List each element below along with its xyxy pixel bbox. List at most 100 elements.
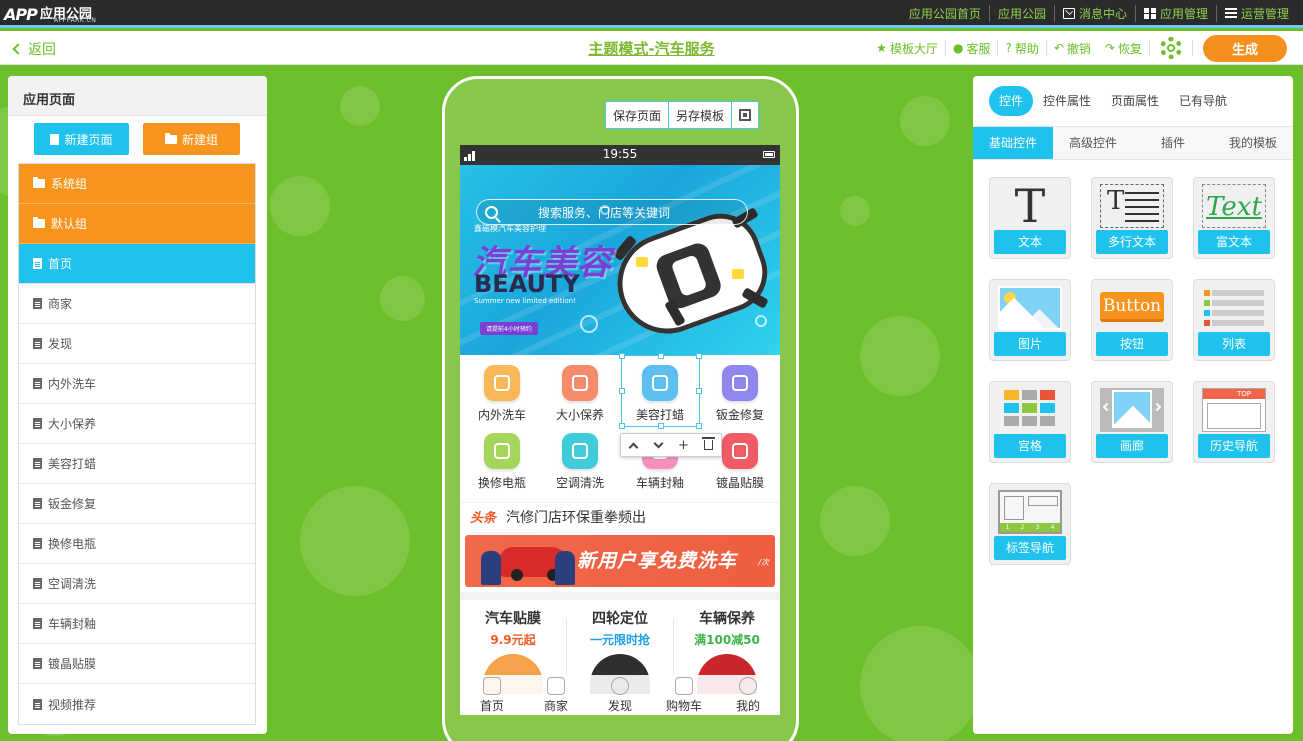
page-label: 商家 [48,297,73,311]
add-button[interactable]: + [677,438,691,453]
new-group-label: 新建组 [181,132,218,147]
page-item[interactable]: 视频推荐 [19,684,255,724]
widget-tab-nav[interactable]: 1 2 3 4 标签导航 [989,483,1071,565]
widget-button[interactable]: Button 按钮 [1091,279,1173,361]
help-button[interactable]: ? 帮助 [998,40,1045,57]
move-up-button[interactable] [627,438,641,452]
grid-item-label: 钣金修复 [715,408,764,422]
worker-illustration [481,551,501,585]
grid-item[interactable]: 空调清洗 [540,433,620,491]
status-bar: 19:55 [460,145,780,165]
tab-merchants[interactable]: 商家 [524,675,588,715]
undo-icon: ↶ [1053,41,1064,55]
ac-cleaning-icon [562,433,598,469]
page-item-home[interactable]: 首页 [19,244,255,284]
grid-item[interactable]: 大小保养 [540,365,620,423]
help-icon: ? [1005,41,1012,55]
redo-button[interactable]: ↷ 恢复 [1098,40,1149,57]
page-item[interactable]: 内外洗车 [19,364,255,404]
grid-item[interactable]: 内外洗车 [462,365,542,423]
grid-item[interactable]: 钣金修复 [700,365,780,423]
app-logo[interactable]: APP 应用公园 APPPARK.CN [4,2,96,26]
widget-list[interactable]: 列表 [1193,279,1275,361]
nav-operations[interactable]: 运营管理 [1215,4,1297,22]
settings-gear-icon[interactable] [1160,37,1182,59]
widget-grid[interactable]: 宫格 [989,381,1071,463]
tab-advanced-widgets[interactable]: 高级控件 [1053,127,1133,159]
page-item[interactable]: 发现 [19,324,255,364]
delete-button[interactable] [702,437,716,452]
tab-widgets[interactable]: 控件 [989,86,1034,116]
tab-my-templates[interactable]: 我的模板 [1213,127,1293,159]
tab-existing-nav[interactable]: 已有导航 [1169,86,1237,116]
widget-history-nav[interactable]: TOP 历史导航 [1193,381,1275,463]
chevron-down-icon [653,438,664,448]
group-system[interactable]: 系统组 [19,164,255,204]
generate-button[interactable]: 生成 [1203,34,1287,62]
widget-image[interactable]: 图片 [989,279,1071,361]
search-bar[interactable]: 搜索服务、门店等关键词 [476,199,748,225]
page-item[interactable]: 镀晶贴膜 [19,644,255,684]
sheet-metal-icon [722,365,758,401]
template-hall-button[interactable]: ★ 模板大厅 [869,40,945,57]
customer-service-button[interactable]: ● 客服 [946,40,998,57]
widget-category-tabs: 基础控件 高级控件 插件 我的模板 [973,126,1293,160]
nav-apppark-label: 应用公园 [997,6,1046,21]
move-down-button[interactable] [652,438,666,452]
promo-banner[interactable]: 新用户享免费洗车 /次 [465,535,775,587]
widget-multiline-text[interactable]: T 多行文本 [1091,177,1173,259]
page-item[interactable]: 商家 [19,284,255,324]
tab-plugins[interactable]: 插件 [1133,127,1213,159]
tab-discover[interactable]: 发现 [588,675,652,715]
card-title: 车辆保养 [699,611,755,627]
mail-icon [1062,7,1075,19]
grid-item-label: 换修电瓶 [477,476,526,490]
nav-operations-label: 运营管理 [1240,6,1289,21]
new-page-button[interactable]: 新建页面 [34,123,129,155]
back-button[interactable]: 返回 [12,39,56,59]
phone-screen: 19:55 搜索服务、门店等关键词 鑫磁模汽车美容护理 汽车美容 BEAUTY … [460,145,780,715]
widget-label: 标签导航 [994,536,1066,560]
page-item[interactable]: 美容打蜡 [19,444,255,484]
group-default[interactable]: 默认组 [19,204,255,244]
grid-item[interactable]: 换修电瓶 [462,433,542,491]
battery-icon [763,151,775,158]
tab-home[interactable]: 首页 [460,675,524,715]
undo-label: 撤销 [1066,41,1091,56]
hero-banner[interactable]: 搜索服务、门店等关键词 鑫磁模汽车美容护理 汽车美容 BEAUTY Summer… [460,165,780,355]
page-item[interactable]: 空调清洗 [19,564,255,604]
widget-gallery[interactable]: 画廊 [1091,381,1173,463]
page-item[interactable]: 钣金修复 [19,484,255,524]
widget-text[interactable]: T 文本 [989,177,1071,259]
tab-profile[interactable]: 我的 [716,675,780,715]
selection-box [619,353,702,429]
page-label: 视频推荐 [48,697,97,712]
page-icon [33,338,42,349]
tab-basic-widgets[interactable]: 基础控件 [973,127,1053,159]
card-subtitle: 一元限时抢 [589,633,650,647]
tab-page-properties[interactable]: 页面属性 [1101,86,1169,116]
tab-widget-properties[interactable]: 控件属性 [1033,86,1101,116]
headline-bar[interactable]: 头条 汽修门店环保重拳频出 [460,502,780,530]
page-item[interactable]: 车辆封釉 [19,604,255,644]
page-list: 系统组 默认组 首页 商家 发现 内外洗车 大小保养 美容打蜡 钣金修复 换修电… [18,163,256,725]
nav-app-manage[interactable]: 应用管理 [1134,4,1216,22]
nav-home[interactable]: 应用公园首页 [901,5,989,22]
save-page-button[interactable]: 保存页面 [606,102,668,128]
page-icon [33,618,42,629]
undo-button[interactable]: ↶ 撤销 [1047,40,1098,57]
folder-icon [164,132,177,144]
page-item[interactable]: 换修电瓶 [19,524,255,564]
qr-code-icon [739,109,752,121]
qr-code-button[interactable] [731,102,758,128]
nav-apppark[interactable]: 应用公园 [988,4,1054,22]
widget-label: 宫格 [994,434,1066,458]
save-as-template-button[interactable]: 另存模板 [668,102,731,128]
logo-subtitle: APPPARK.CN [54,17,97,24]
page-item[interactable]: 大小保养 [19,404,255,444]
page-list-panel: 应用页面 新建页面 新建组 系统组 默认组 首页 商家 发现 内外洗车 大小保养… [8,76,267,734]
tab-cart[interactable]: 购物车 [652,675,716,715]
new-group-button[interactable]: 新建组 [143,123,240,155]
widget-rich-text[interactable]: Text 富文本 [1193,177,1275,259]
nav-messages[interactable]: 消息中心 [1053,4,1135,22]
